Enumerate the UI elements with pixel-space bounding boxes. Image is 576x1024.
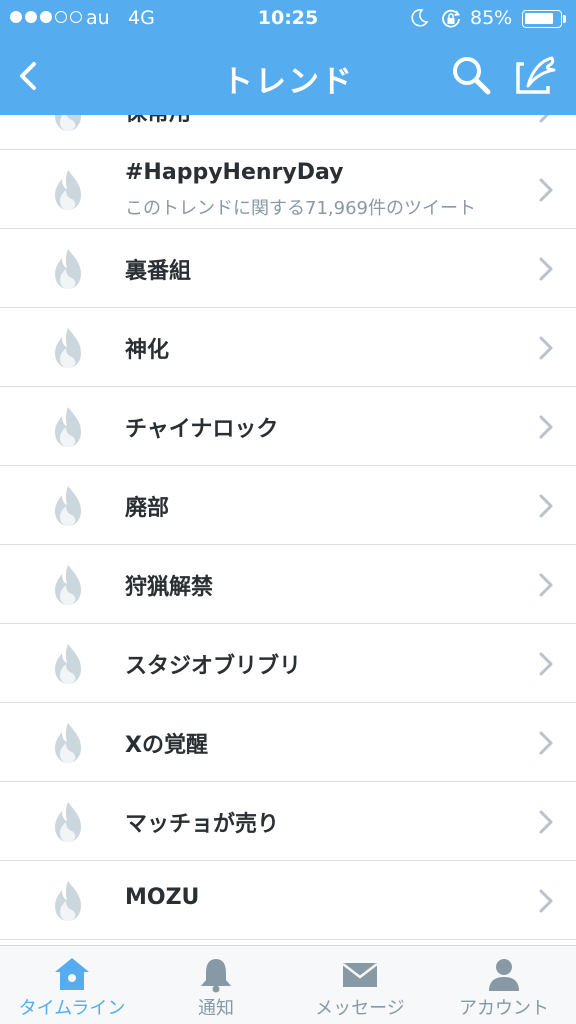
person-icon — [489, 959, 519, 991]
trend-row[interactable]: Xの覚醒 — [0, 703, 576, 782]
trending-flame-icon — [55, 644, 81, 684]
trend-list: 保常用 #HappyHenryDay このトレンドに関する71,969件のツイート裏… — [0, 115, 576, 940]
trend-label: 狩猟解禁 — [125, 575, 214, 600]
trend-label: 廃部 — [125, 496, 170, 521]
trend-label: 裏番組 — [125, 259, 192, 284]
envelope-icon — [342, 963, 378, 987]
trend-label: 保常用 — [125, 115, 191, 127]
battery-percentage: 85% — [470, 7, 513, 29]
tab-label: アカウント — [459, 998, 549, 1019]
trending-flame-icon — [55, 486, 81, 526]
tab-messages[interactable]: メッセージ — [288, 946, 432, 1024]
trend-list-viewport[interactable]: 保常用 #HappyHenryDay このトレンドに関する71,969件のツイート裏… — [0, 115, 576, 945]
trending-flame-icon — [55, 723, 81, 763]
home-icon — [55, 958, 89, 990]
chevron-right-icon — [539, 494, 553, 518]
search-icon[interactable] — [448, 52, 494, 98]
trend-label: マッチョが売り — [125, 812, 280, 837]
battery-level-fill — [525, 13, 553, 24]
trend-row[interactable]: 狩猟解禁 — [0, 545, 576, 624]
battery-icon — [522, 10, 562, 28]
trend-row[interactable]: MOZU — [0, 861, 576, 940]
chevron-right-icon — [539, 573, 553, 597]
tab-label: タイムライン — [18, 998, 126, 1019]
chevron-right-icon — [539, 652, 553, 676]
chevron-right-icon — [539, 415, 553, 439]
navigation-bar: トレンド — [0, 38, 576, 115]
tab-label: 通知 — [198, 998, 234, 1019]
do-not-disturb-moon-icon — [411, 9, 429, 27]
trend-row[interactable]: 神化 — [0, 308, 576, 387]
trending-flame-icon — [55, 328, 81, 368]
battery-tip — [563, 15, 566, 23]
chevron-right-icon — [539, 257, 553, 281]
chevron-right-icon — [539, 889, 553, 913]
compose-tweet-icon[interactable] — [512, 52, 560, 98]
trend-row[interactable]: 廃部 — [0, 466, 576, 545]
trending-flame-icon — [55, 407, 81, 447]
tab-label: メッセージ — [315, 998, 405, 1019]
chevron-right-icon — [539, 336, 553, 360]
tab-account[interactable]: アカウント — [432, 946, 576, 1024]
trend-row[interactable]: 裏番組 — [0, 229, 576, 308]
chevron-right-icon — [539, 178, 553, 202]
trend-tweet-count: このトレンドに関する71,969件のツイート — [125, 198, 476, 219]
trending-flame-icon — [55, 115, 81, 131]
trend-row[interactable]: スタジオブリブリ — [0, 624, 576, 703]
trending-flame-icon — [55, 881, 81, 921]
orientation-lock-icon — [442, 9, 461, 28]
top-bar: au 4G 10:25 85% トレンド — [0, 0, 576, 115]
trend-row[interactable]: チャイナロック — [0, 387, 576, 466]
trending-flame-icon — [55, 565, 81, 605]
trend-label: スタジオブリブリ — [125, 654, 302, 679]
trend-label: 神化 — [125, 338, 170, 363]
bell-icon — [201, 959, 231, 993]
chevron-right-icon — [539, 810, 553, 834]
trending-flame-icon — [55, 249, 81, 289]
trending-flame-icon — [55, 170, 81, 210]
trend-label: チャイナロック — [125, 417, 279, 442]
trend-label: MOZU — [125, 885, 200, 910]
trend-label: #HappyHenryDay — [125, 160, 344, 185]
tab-notifications[interactable]: 通知 — [144, 946, 288, 1024]
trend-label: Xの覚醒 — [125, 733, 208, 758]
trend-row[interactable]: マッチョが売り — [0, 782, 576, 861]
status-bar: au 4G 10:25 85% — [0, 0, 576, 38]
trend-row[interactable]: 保常用 — [0, 115, 576, 150]
chevron-right-icon — [539, 731, 553, 755]
trending-flame-icon — [55, 802, 81, 842]
tab-timeline[interactable]: タイムライン — [0, 946, 144, 1024]
trend-row[interactable]: #HappyHenryDay このトレンドに関する71,969件のツイート — [0, 150, 576, 229]
chevron-right-icon — [539, 115, 550, 123]
tab-bar: タイムライン 通知 メッセージ アカウント — [0, 945, 576, 1024]
